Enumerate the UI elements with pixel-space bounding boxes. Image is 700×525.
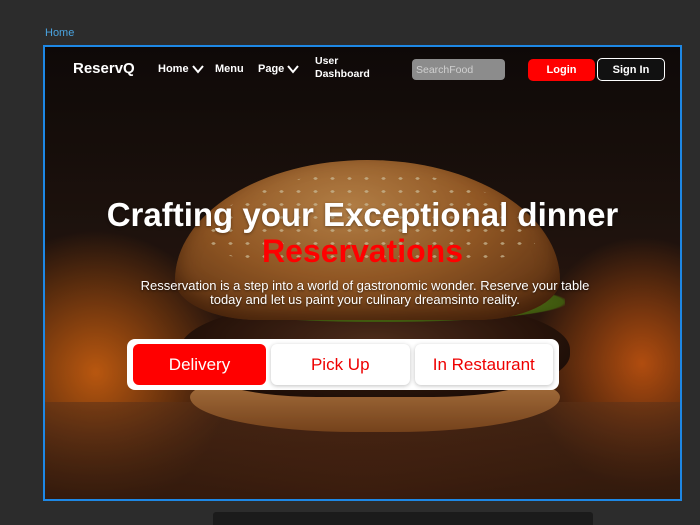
home-frame: ReservQ Home Menu Page User Dashboard Lo… — [43, 45, 682, 501]
nav-dashboard-line1: User — [315, 55, 339, 67]
nav-page[interactable]: Page — [258, 63, 300, 75]
login-button[interactable]: Login — [528, 59, 595, 81]
delivery-option-button[interactable]: Delivery — [133, 344, 266, 385]
order-type-selector: Delivery Pick Up In Restaurant — [127, 339, 559, 390]
hero-headline-accent: Reservations — [262, 233, 463, 269]
nav-menu[interactable]: Menu — [215, 63, 244, 75]
nav-menu-label: Menu — [215, 63, 244, 75]
in-restaurant-option-button[interactable]: In Restaurant — [414, 344, 553, 385]
frame-label: Home — [45, 27, 75, 39]
hero-headline: Crafting your Exceptional dinner — [106, 196, 619, 233]
hero-overlay — [45, 47, 680, 499]
nav-home[interactable]: Home — [158, 63, 204, 75]
nav-dashboard-line2: Dashboard — [315, 68, 370, 80]
search-input[interactable] — [412, 59, 505, 80]
sign-in-button[interactable]: Sign In — [597, 58, 665, 81]
chevron-down-icon — [191, 65, 204, 74]
chevron-down-icon — [287, 65, 300, 74]
nav-user-dashboard[interactable]: User Dashboard — [315, 55, 385, 81]
logo[interactable]: ReservQ — [73, 60, 135, 77]
nav-page-label: Page — [258, 63, 285, 75]
nav-home-label: Home — [158, 63, 189, 75]
pickup-option-button[interactable]: Pick Up — [271, 344, 410, 385]
top-navbar: ReservQ Home Menu Page User Dashboard Lo… — [45, 47, 680, 93]
hero-subtitle: Resservation is a step into a world of g… — [140, 278, 590, 307]
next-frame-preview — [213, 512, 593, 525]
